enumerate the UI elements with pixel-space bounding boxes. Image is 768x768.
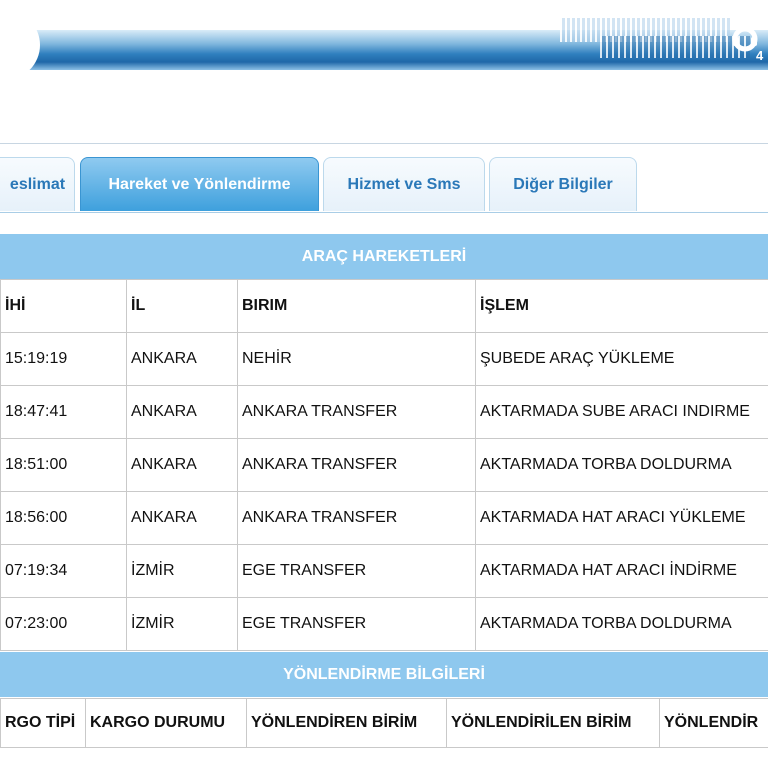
tab-hareket-ve-yonlendirme[interactable]: Hareket ve Yönlendirme bbox=[80, 157, 319, 211]
cell-unit: ANKARA TRANSFER bbox=[237, 491, 476, 545]
column-header-redirection: YÖNLENDİR bbox=[659, 698, 768, 748]
column-header-cargo-status: KARGO DURUMU bbox=[85, 698, 247, 748]
tab-bar: eslimat Hareket ve Yönlendirme Hizmet ve… bbox=[0, 157, 768, 213]
cell-city: İZMİR bbox=[126, 544, 238, 598]
cell-city: ANKARA bbox=[126, 438, 238, 492]
cell-time: 15:19:19 bbox=[0, 332, 127, 386]
tab-hizmet-ve-sms[interactable]: Hizmet ve Sms bbox=[323, 157, 485, 211]
cell-unit: ANKARA TRANSFER bbox=[237, 385, 476, 439]
cell-time: 18:56:00 bbox=[0, 491, 127, 545]
header-banner: 4 bbox=[0, 0, 768, 86]
cell-time: 18:51:00 bbox=[0, 438, 127, 492]
banner-pattern-lower bbox=[600, 36, 750, 58]
table-row: 18:56:00 ANKARA ANKARA TRANSFER AKTARMAD… bbox=[0, 491, 768, 545]
column-header-redirecting-unit: YÖNLENDİREN BİRİM bbox=[246, 698, 447, 748]
cell-unit: ANKARA TRANSFER bbox=[237, 438, 476, 492]
table-header-row: İHİ İL BIRIM İŞLEM bbox=[0, 279, 768, 333]
table-row: 18:51:00 ANKARA ANKARA TRANSFER AKTARMAD… bbox=[0, 438, 768, 492]
tab-baseline bbox=[0, 212, 768, 213]
cell-time: 07:19:34 bbox=[0, 544, 127, 598]
table-header-row: RGO TİPİ KARGO DURUMU YÖNLENDİREN BİRİM … bbox=[0, 698, 768, 748]
tab-diger-bilgiler[interactable]: Diğer Bilgiler bbox=[489, 157, 637, 211]
cell-unit: EGE TRANSFER bbox=[237, 597, 476, 651]
section-title: YÖNLENDİRME BİLGİLERİ bbox=[283, 665, 485, 683]
table-row: 07:19:34 İZMİR EGE TRANSFER AKTARMADA HA… bbox=[0, 544, 768, 598]
column-header-city: İL bbox=[126, 279, 238, 333]
table-row: 07:23:00 İZMİR EGE TRANSFER AKTARMADA TO… bbox=[0, 597, 768, 651]
vehicle-moves-header: ARAÇ HAREKETLERİ bbox=[0, 234, 768, 279]
cell-time: 18:47:41 bbox=[0, 385, 127, 439]
cell-operation: ŞUBEDE ARAÇ YÜKLEME bbox=[475, 332, 768, 386]
table-row: 18:47:41 ANKARA ANKARA TRANSFER AKTARMAD… bbox=[0, 385, 768, 439]
tab-teslimat[interactable]: eslimat bbox=[0, 157, 75, 211]
cell-unit: NEHİR bbox=[237, 332, 476, 386]
cell-operation: AKTARMADA SUBE ARACI INDIRME bbox=[475, 385, 768, 439]
section-title: ARAÇ HAREKETLERİ bbox=[301, 247, 467, 265]
tab-label: Hareket ve Yönlendirme bbox=[108, 175, 291, 193]
redirection-header: YÖNLENDİRME BİLGİLERİ bbox=[0, 652, 768, 697]
cell-city: ANKARA bbox=[126, 491, 238, 545]
column-header-operation: İŞLEM bbox=[475, 279, 768, 333]
cell-city: ANKARA bbox=[126, 332, 238, 386]
column-header-cargo-type: RGO TİPİ bbox=[0, 698, 86, 748]
cell-unit: EGE TRANSFER bbox=[237, 544, 476, 598]
cell-operation: AKTARMADA HAT ARACI YÜKLEME bbox=[475, 491, 768, 545]
vehicle-moves-table: İHİ İL BIRIM İŞLEM 15:19:19 ANKARA NEHİR… bbox=[0, 279, 768, 651]
tab-label: Diğer Bilgiler bbox=[513, 175, 613, 193]
table-row: 15:19:19 ANKARA NEHİR ŞUBEDE ARAÇ YÜKLEM… bbox=[0, 332, 768, 386]
cell-city: ANKARA bbox=[126, 385, 238, 439]
cell-operation: AKTARMADA HAT ARACI İNDİRME bbox=[475, 544, 768, 598]
header-divider bbox=[0, 143, 768, 144]
support-number: 4 bbox=[756, 48, 764, 63]
cell-city: İZMİR bbox=[126, 597, 238, 651]
column-header-unit: BIRIM bbox=[237, 279, 476, 333]
tab-label: Hizmet ve Sms bbox=[347, 175, 461, 193]
column-header-date: İHİ bbox=[0, 279, 127, 333]
column-header-redirected-unit: YÖNLENDİRİLEN BİRİM bbox=[446, 698, 660, 748]
cell-operation: AKTARMADA TORBA DOLDURMA bbox=[475, 438, 768, 492]
cell-time: 07:23:00 bbox=[0, 597, 127, 651]
tab-label: eslimat bbox=[9, 175, 66, 193]
redirection-table: RGO TİPİ KARGO DURUMU YÖNLENDİREN BİRİM … bbox=[0, 698, 768, 748]
cell-operation: AKTARMADA TORBA DOLDURMA bbox=[475, 597, 768, 651]
